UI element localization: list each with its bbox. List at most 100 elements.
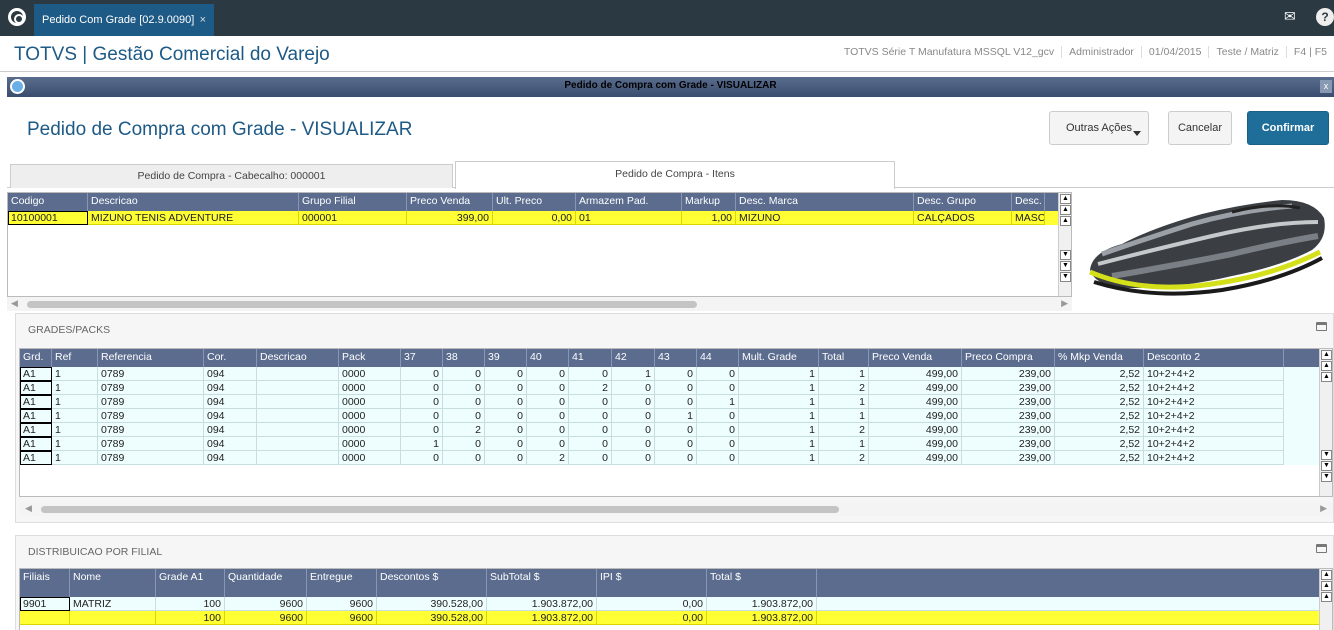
table-cell[interactable]: 1 [739, 451, 819, 465]
table-cell[interactable]: 0000 [339, 367, 401, 381]
table-cell[interactable]: 1 [52, 423, 98, 437]
table-cell[interactable]: 10+2+4+2 [1144, 381, 1284, 395]
dialog-close-icon[interactable]: x [1320, 80, 1332, 93]
itens-horizontal-scrollbar[interactable]: ◀ ▶ [7, 297, 1072, 311]
table-cell[interactable]: 1 [52, 409, 98, 423]
table-cell[interactable]: 0 [569, 409, 612, 423]
column-header[interactable]: SubTotal $ [487, 569, 597, 597]
column-header[interactable]: Ref [52, 349, 98, 367]
table-row[interactable]: 9901 MATRIZ 100 9600 9600 390.528,00 1.903.872… [20, 597, 1332, 611]
table-cell[interactable]: 0 [443, 451, 485, 465]
table-cell[interactable]: 499,00 [869, 437, 962, 451]
table-cell[interactable]: 1 [819, 437, 869, 451]
table-row[interactable]: A1 1 0789 094 0000 0 2 0 0 0 0 0 0 1 2 499,00 239,00 2,52… [20, 423, 1332, 437]
table-cell[interactable]: 1 [739, 367, 819, 381]
table-cell[interactable]: 0 [443, 367, 485, 381]
table-row[interactable]: A1 1 0789 094 0000 0 0 0 0 0 0 0 1 1 1 499,00 239,00 2,52… [20, 395, 1332, 409]
table-cell[interactable]: 0 [485, 451, 527, 465]
scroll-left-icon[interactable]: ◀ [11, 298, 18, 309]
distrib-vertical-scrollbar[interactable]: ▲ ▲ ▲ [1319, 569, 1332, 630]
table-cell[interactable]: 2 [443, 423, 485, 437]
table-cell[interactable]: 0 [655, 395, 697, 409]
scroll-bottom-icon[interactable]: ▼ [1321, 472, 1332, 482]
table-cell[interactable] [257, 395, 339, 409]
table-cell[interactable]: 1 [401, 437, 443, 451]
scroll-up-icon[interactable]: ▲ [1321, 592, 1332, 602]
table-cell[interactable]: 0 [527, 381, 569, 395]
table-cell[interactable]: 2,52 [1055, 437, 1144, 451]
scroll-down-icon[interactable]: ▼ [1321, 450, 1332, 460]
table-cell[interactable]: 1 [52, 367, 98, 381]
column-header[interactable]: Grupo Filial [299, 193, 407, 211]
table-row[interactable]: A1 1 0789 094 0000 0 0 0 0 0 0 1 0 1 1 499,00 239,00 2,52… [20, 409, 1332, 423]
table-cell[interactable]: 499,00 [869, 381, 962, 395]
table-cell[interactable]: 2,52 [1055, 381, 1144, 395]
column-header[interactable]: Desc. Grupo [914, 193, 1012, 211]
totals-row[interactable]: 100 9600 9600 390.528,00 1.903.872,00 0,00 1.9… [20, 611, 1332, 625]
user-label[interactable]: Administrador [1061, 46, 1141, 58]
table-cell[interactable]: 0789 [98, 381, 204, 395]
table-cell[interactable]: 239,00 [962, 395, 1055, 409]
column-header[interactable]: Filiais [20, 569, 70, 597]
table-cell[interactable]: CALÇADOS [914, 211, 1012, 225]
itens-vertical-scrollbar[interactable]: ▲ ▲ ▲ ▼ ▼ ▼ [1058, 193, 1071, 296]
table-cell[interactable]: 1.903.872,00 [487, 611, 597, 625]
table-cell[interactable]: 239,00 [962, 437, 1055, 451]
column-header[interactable]: 43 [655, 349, 697, 367]
table-cell[interactable]: 0000 [339, 409, 401, 423]
table-cell[interactable]: 0 [569, 367, 612, 381]
scroll-page-down-icon[interactable]: ▼ [1060, 261, 1071, 271]
table-cell[interactable]: 0 [401, 409, 443, 423]
table-cell[interactable]: 0 [569, 451, 612, 465]
table-cell[interactable]: 094 [204, 395, 257, 409]
column-header[interactable]: 37 [401, 349, 443, 367]
table-cell[interactable]: 094 [204, 409, 257, 423]
scroll-page-up-icon[interactable]: ▲ [1060, 205, 1071, 215]
table-cell[interactable]: 094 [204, 367, 257, 381]
table-cell[interactable] [70, 611, 156, 625]
table-cell[interactable]: 9600 [307, 611, 377, 625]
column-header[interactable]: Preco Venda [407, 193, 493, 211]
table-cell[interactable]: 0 [569, 395, 612, 409]
table-cell[interactable]: 499,00 [869, 423, 962, 437]
scroll-page-down-icon[interactable]: ▼ [1321, 461, 1332, 471]
grades-grid[interactable]: Grd. Ref Referencia Cor. Descricao Pack 37 38 39… [19, 348, 1333, 497]
column-header[interactable]: IPI $ [597, 569, 707, 597]
scroll-page-up-icon[interactable]: ▲ [1321, 361, 1332, 371]
table-cell[interactable]: 2 [819, 451, 869, 465]
column-header[interactable]: Cor. [204, 349, 257, 367]
scroll-left-icon[interactable]: ◀ [25, 503, 32, 514]
table-cell[interactable]: MASC [1012, 211, 1045, 225]
table-cell[interactable]: 0 [401, 367, 443, 381]
table-cell[interactable]: 9901 [20, 597, 70, 611]
table-cell[interactable]: 0789 [98, 367, 204, 381]
column-header[interactable]: Nome [70, 569, 156, 597]
table-cell[interactable] [257, 451, 339, 465]
table-cell[interactable]: 2,52 [1055, 451, 1144, 465]
tab-pedido-com-grade[interactable]: Pedido Com Grade [02.9.0090] × [34, 4, 214, 36]
date-label[interactable]: 01/04/2015 [1140, 46, 1209, 58]
table-cell[interactable]: 0 [485, 381, 527, 395]
table-cell[interactable]: 0000 [339, 381, 401, 395]
table-cell[interactable]: 100 [156, 611, 225, 625]
table-cell[interactable] [257, 367, 339, 381]
table-cell[interactable]: 1,00 [682, 211, 736, 225]
column-header[interactable]: 42 [612, 349, 655, 367]
scroll-up-icon[interactable]: ▲ [1060, 216, 1071, 226]
table-cell[interactable]: 094 [204, 451, 257, 465]
table-cell[interactable]: 10+2+4+2 [1144, 367, 1284, 381]
table-cell[interactable]: 0 [401, 451, 443, 465]
table-cell[interactable]: 0,00 [493, 211, 576, 225]
table-cell[interactable]: 100 [156, 597, 225, 611]
table-cell[interactable]: 0 [655, 451, 697, 465]
table-cell[interactable]: MATRIZ [70, 597, 156, 611]
scroll-top-icon[interactable]: ▲ [1321, 570, 1332, 580]
table-cell[interactable]: 0 [401, 381, 443, 395]
scroll-right-icon[interactable]: ▶ [1061, 298, 1068, 309]
table-cell[interactable]: 1 [739, 423, 819, 437]
table-cell[interactable]: 0 [697, 423, 739, 437]
table-cell[interactable]: 1 [739, 395, 819, 409]
table-cell[interactable]: 0 [527, 409, 569, 423]
column-header[interactable]: Descontos $ [377, 569, 487, 597]
distrib-grid[interactable]: Filiais Nome Grade A1 Quantidade Entregue Des… [19, 568, 1333, 630]
